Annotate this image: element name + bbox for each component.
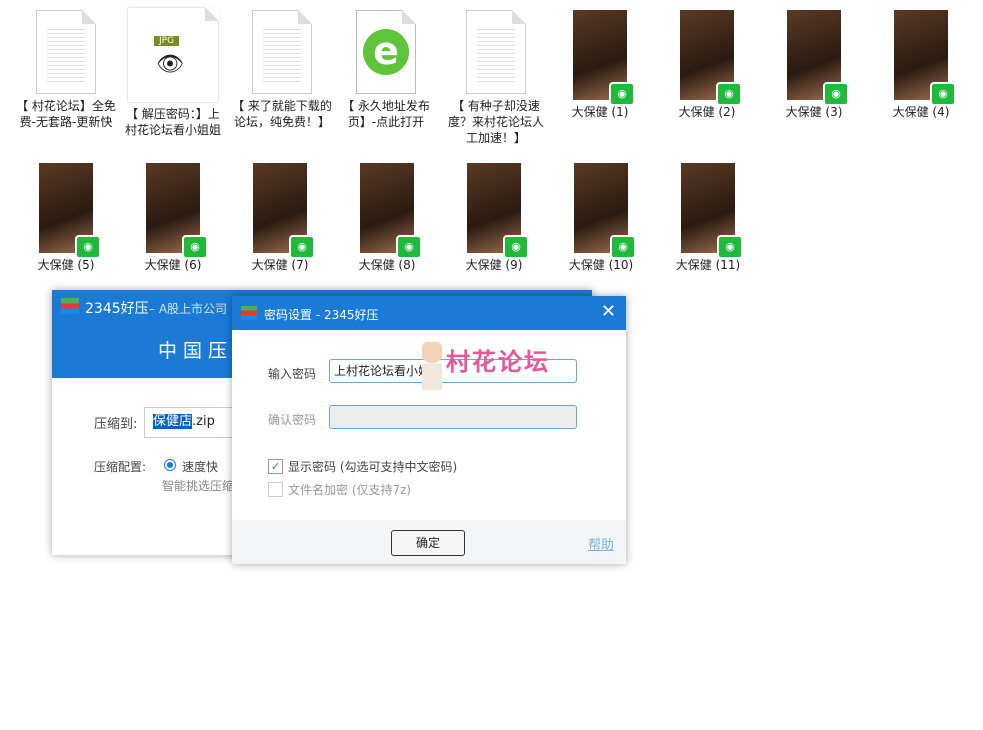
confirm-password-input[interactable]	[329, 405, 577, 429]
dialog-title: 密码设置 - 2345好压	[264, 308, 379, 322]
video-thumbnail: ◉	[574, 163, 636, 259]
video-thumbnail: ◉	[467, 163, 529, 259]
video-player-badge-icon: ◉	[182, 235, 208, 259]
file-label: 大保健 (2)	[678, 105, 736, 119]
video-thumbnail: ◉	[573, 10, 635, 106]
file-label: 大保健 (7)	[251, 258, 309, 272]
confirm-password-label: 确认密码	[268, 413, 317, 427]
ie-shortcut-icon: e	[356, 10, 416, 94]
file-label: 大保健 (5)	[37, 258, 95, 272]
file-label: 大保健 (1)	[571, 105, 629, 119]
encrypt-filenames-label: 文件名加密 (仅支持7z)	[288, 483, 412, 497]
file-item[interactable]: 【 来了就能下载的论坛，纯免费！】	[232, 10, 332, 130]
document-icon	[36, 10, 96, 94]
speed-radio[interactable]	[164, 459, 176, 471]
file-item[interactable]: ◉ 大保健 (3)	[764, 10, 864, 120]
file-item[interactable]: JPG 👁 【 解压密码：】上村花论坛看小姐姐	[123, 7, 223, 138]
video-player-badge-icon: ◉	[716, 82, 742, 106]
file-label: 【 解压密码：】上村花论坛看小姐姐	[124, 107, 221, 137]
file-label: 大保健 (9)	[465, 258, 523, 272]
file-label: 【 来了就能下载的论坛，纯免费！】	[232, 99, 332, 129]
speed-option-label: 速度快	[182, 460, 219, 474]
video-player-badge-icon: ◉	[823, 82, 849, 106]
file-item[interactable]: ◉ 大保健 (6)	[123, 163, 223, 273]
password-dialog: 密码设置 - 2345好压 ✕ 输入密码 上村花论坛看小姐姐 村花论坛 确认密码…	[232, 296, 626, 564]
dialog-logo-icon	[241, 306, 257, 320]
file-label: 大保健 (11)	[675, 258, 741, 272]
video-player-badge-icon: ◉	[503, 235, 529, 259]
file-item[interactable]: 【 有种子却没速度？来村花论坛人工加速！】	[446, 10, 546, 146]
compress-to-label: 压缩到:	[94, 417, 138, 432]
main-window-subtitle: – A股上市公司	[149, 302, 228, 316]
ok-button[interactable]: 确定	[391, 530, 465, 556]
close-icon[interactable]: ✕	[601, 301, 616, 322]
file-item[interactable]: ◉ 大保健 (4)	[871, 10, 971, 120]
file-label: 【 永久地址发布页】-点此打开	[342, 99, 430, 129]
file-item[interactable]: ◉ 大保健 (2)	[657, 10, 757, 120]
enter-password-label: 输入密码	[268, 367, 317, 381]
file-item[interactable]: ◉ 大保健 (1)	[550, 10, 650, 120]
app-logo-icon	[61, 298, 79, 314]
document-icon	[466, 10, 526, 94]
speed-option-desc: 智能挑选压缩	[162, 479, 232, 493]
jpg-image-icon: JPG 👁	[128, 7, 219, 102]
video-thumbnail: ◉	[360, 163, 422, 259]
show-password-checkbox[interactable]: ✓	[268, 459, 283, 474]
file-label: 大保健 (8)	[358, 258, 416, 272]
video-thumbnail: ◉	[253, 163, 315, 259]
file-item[interactable]: ◉ 大保健 (5)	[16, 163, 116, 273]
file-item[interactable]: ◉ 大保健 (8)	[337, 163, 437, 273]
file-label: 【 村花论坛】全免费-无套路-更新快	[16, 99, 116, 129]
girl-mascot-icon	[422, 342, 442, 390]
video-player-badge-icon: ◉	[930, 82, 956, 106]
file-item[interactable]: ◉ 大保健 (9)	[444, 163, 544, 273]
watermark-logo: 村花论坛	[446, 348, 550, 376]
file-item[interactable]: 【 村花论坛】全免费-无套路-更新快	[16, 10, 116, 130]
video-thumbnail: ◉	[680, 10, 742, 106]
file-label: 大保健 (6)	[144, 258, 202, 272]
file-label: 大保健 (10)	[568, 258, 634, 272]
video-player-badge-icon: ◉	[609, 82, 635, 106]
document-icon	[252, 10, 312, 94]
file-item[interactable]: e 【 永久地址发布页】-点此打开	[336, 10, 436, 130]
file-item[interactable]: ◉ 大保健 (10)	[551, 163, 651, 273]
config-label: 压缩配置:	[94, 460, 147, 474]
video-player-badge-icon: ◉	[75, 235, 101, 259]
video-thumbnail: ◉	[39, 163, 101, 259]
video-thumbnail: ◉	[681, 163, 743, 259]
file-label: 【 有种子却没速度？来村花论坛人工加速！】	[447, 99, 544, 145]
video-thumbnail: ◉	[894, 10, 956, 106]
video-player-badge-icon: ◉	[289, 235, 315, 259]
video-player-badge-icon: ◉	[396, 235, 422, 259]
video-thumbnail: ◉	[146, 163, 208, 259]
show-password-label: 显示密码 (勾选可支持中文密码)	[288, 460, 458, 474]
file-label: 大保健 (4)	[892, 105, 950, 119]
help-link[interactable]: 帮助	[588, 534, 614, 553]
main-window-title: 2345好压	[85, 301, 149, 317]
encrypt-filenames-checkbox[interactable]	[268, 482, 283, 497]
video-player-badge-icon: ◉	[610, 235, 636, 259]
video-player-badge-icon: ◉	[717, 235, 743, 259]
file-item[interactable]: ◉ 大保健 (11)	[658, 163, 758, 273]
file-label: 大保健 (3)	[785, 105, 843, 119]
video-thumbnail: ◉	[787, 10, 849, 106]
file-item[interactable]: ◉ 大保健 (7)	[230, 163, 330, 273]
